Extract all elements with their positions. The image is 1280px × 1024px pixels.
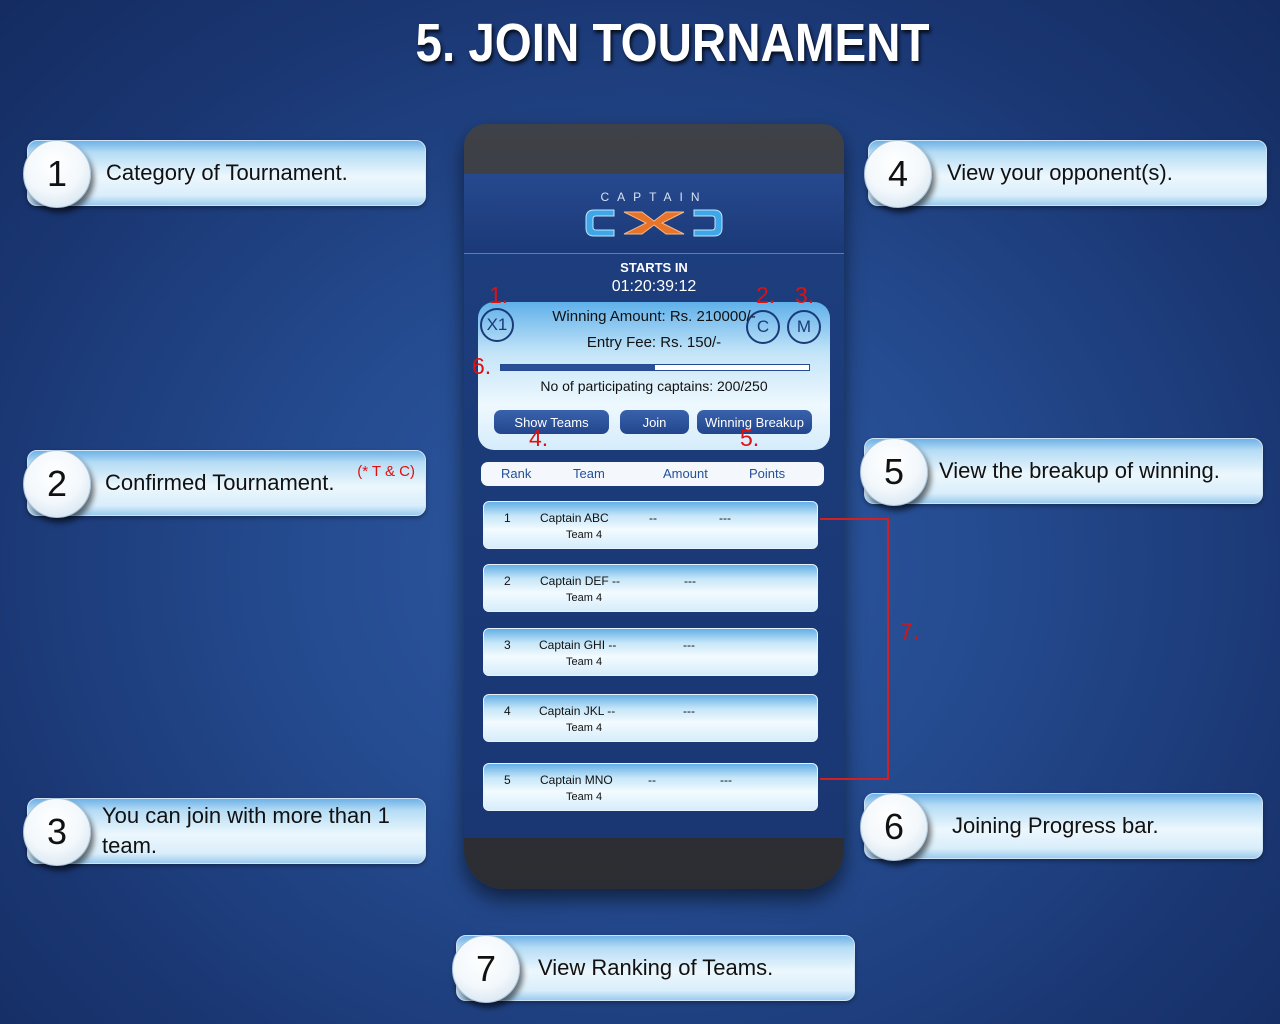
column-amount: Amount (663, 466, 708, 481)
ranking-bracket-bottom (820, 778, 889, 780)
column-team: Team (573, 466, 605, 481)
callout-text: View the breakup of winning. (939, 458, 1220, 484)
row-team-sub: Team 4 (566, 656, 603, 668)
row-amount: -- (648, 773, 656, 787)
callout-4: 4 View your opponent(s). (864, 140, 1267, 208)
callout-5: 5 View the breakup of winning. (860, 438, 1263, 506)
winning-amount: Winning Amount: Rs. 210000/- (552, 308, 756, 325)
logo-text: CAPTAIN (600, 190, 708, 204)
row-rank: 2 (504, 574, 511, 588)
callout-number: 7 (452, 935, 520, 1003)
column-rank: Rank (501, 466, 532, 481)
callout-number: 5 (860, 438, 928, 506)
callout-text: View Ranking of Teams. (538, 955, 774, 981)
callout-text: Joining Progress bar. (952, 813, 1159, 839)
callout-text: Confirmed Tournament. (105, 470, 335, 496)
marker-6: 6. (472, 353, 492, 379)
callout-text: View your opponent(s). (947, 160, 1173, 186)
row-points: --- (684, 574, 696, 588)
phone-bottom-bezel (464, 838, 844, 889)
callout-7: 7 View Ranking of Teams. (452, 935, 855, 1003)
row-points: --- (720, 773, 732, 787)
row-amount: -- (649, 511, 657, 525)
terms-note: (* T & C) (357, 463, 415, 480)
row-team-sub: Team 4 (566, 529, 603, 541)
column-points: Points (749, 466, 786, 481)
row-team-sub: Team 4 (566, 592, 603, 604)
row-points: --- (683, 638, 695, 652)
join-button[interactable]: Join (620, 410, 689, 434)
ranking-table-header: Rank Team Amount Points (481, 462, 824, 486)
entry-fee: Entry Fee: Rs. 150/- (586, 334, 722, 351)
row-team: Captain ABC (540, 511, 609, 525)
row-rank: 1 (504, 511, 511, 525)
row-team: Captain JKL -- (539, 704, 616, 718)
row-points: --- (719, 511, 731, 525)
countdown-timer: 01:20:39:12 (611, 278, 697, 295)
row-team: Captain DEF -- (540, 574, 621, 588)
marker-2: 2. (756, 282, 776, 308)
callout-number: 2 (23, 450, 91, 518)
callout-number: 6 (860, 793, 928, 861)
marker-4: 4. (529, 425, 549, 451)
row-rank: 3 (504, 638, 511, 652)
app-header: CAPTAIN (464, 174, 844, 254)
show-teams-button[interactable]: Show Teams (494, 410, 609, 434)
ranking-bracket-top (820, 518, 889, 520)
callout-text: You can join with more than 1 team. (102, 803, 390, 858)
ranking-bracket-side (887, 518, 889, 780)
callout-text: Category of Tournament. (106, 160, 348, 186)
callout-2: 2 Confirmed Tournament. (* T & C) (23, 450, 426, 518)
joining-progress-bar (500, 364, 810, 371)
table-row[interactable]: 4 Captain JKL -- Team 4 --- (483, 694, 818, 742)
app-screen: CAPTAIN STARTS IN 01:20:39:12 X1 C M Win… (464, 174, 844, 838)
phone-mockup: CAPTAIN STARTS IN 01:20:39:12 X1 C M Win… (464, 124, 844, 889)
row-team: Captain MNO (540, 773, 613, 787)
row-points: --- (683, 704, 695, 718)
progress-fill (501, 365, 655, 370)
table-row[interactable]: 5 Captain MNO Team 4 -- --- (483, 763, 818, 811)
row-team: Captain GHI -- (539, 638, 617, 652)
page-title: 5. JOIN TOURNAMENT (415, 13, 930, 73)
callout-number: 4 (864, 140, 932, 208)
participants-count: No of participating captains: 200/250 (540, 378, 768, 394)
callout-number: 1 (23, 140, 91, 208)
row-team-sub: Team 4 (566, 791, 603, 803)
table-row[interactable]: 3 Captain GHI -- Team 4 --- (483, 628, 818, 676)
starts-in-label: STARTS IN (620, 260, 688, 275)
captain-logo-icon (585, 209, 723, 237)
marker-5: 5. (740, 425, 760, 451)
row-rank: 5 (504, 773, 511, 787)
marker-3: 3. (795, 282, 815, 308)
marker-7: 7. (900, 618, 920, 644)
row-team-sub: Team 4 (566, 722, 603, 734)
table-row[interactable]: 2 Captain DEF -- Team 4 --- (483, 564, 818, 612)
callout-6: 6 Joining Progress bar. (860, 793, 1263, 861)
callout-number: 3 (23, 798, 91, 866)
table-row[interactable]: 1 Captain ABC Team 4 -- --- (483, 501, 818, 549)
marker-1: 1. (489, 282, 509, 308)
callout-3: 3 You can join with more than 1 team. (23, 798, 426, 866)
row-rank: 4 (504, 704, 511, 718)
callout-1: 1 Category of Tournament. (23, 140, 426, 208)
